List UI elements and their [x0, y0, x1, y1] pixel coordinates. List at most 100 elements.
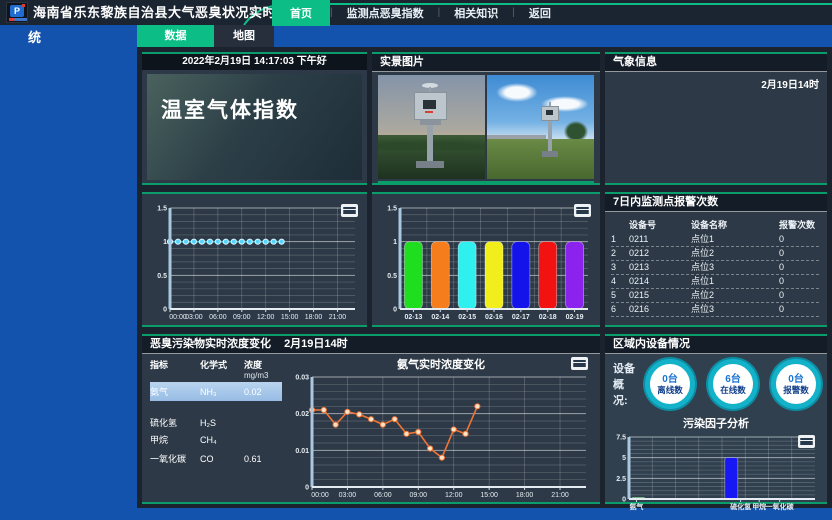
pollutant-panel-title: 恶臭污染物实时浓度变化 2月19日14时	[142, 336, 600, 354]
pollutant-row[interactable]: 氨气NH₃0.02	[150, 382, 282, 401]
tab-band: 统 数据地图	[0, 25, 832, 47]
tab-1[interactable]: 地图	[214, 25, 274, 47]
nav-item-2[interactable]: 相关知识	[440, 1, 512, 25]
alarm-cell: 5	[611, 289, 629, 302]
table-row: 10211点位10	[611, 233, 819, 247]
alarm-cell: 点位2	[691, 247, 779, 260]
logo-dot	[22, 4, 25, 7]
svg-text:21:00: 21:00	[551, 492, 569, 499]
svg-text:0.5: 0.5	[157, 273, 167, 280]
factor-analysis-chart-wrap: 02.557.5氨气硫化氢甲烷一氧化碳	[609, 432, 823, 512]
alarm-cell: 0	[779, 247, 819, 260]
alarm-cell: 点位1	[691, 233, 779, 246]
photo2-monitoring-station	[538, 102, 564, 160]
svg-text:09:00: 09:00	[410, 492, 428, 499]
table-row: 20212点位20	[611, 247, 819, 261]
nav-item-0[interactable]: 首页	[272, 0, 330, 26]
svg-text:0: 0	[393, 307, 397, 314]
stat-count: 6台	[725, 374, 741, 385]
svg-text:02-16: 02-16	[485, 314, 503, 321]
dashboard-main: 2022年2月19日 14:17:03 下午好 温室气体指数 实景图片	[137, 47, 832, 508]
svg-text:1.5: 1.5	[387, 206, 397, 213]
panel-region-devices: 区域内设备情况 设备概况: 0台离线数6台在线数0台报警数 污染因子分析 02.…	[605, 334, 827, 504]
nav-item-3[interactable]: 返回	[515, 1, 565, 25]
svg-text:18:00: 18:00	[516, 492, 534, 499]
svg-text:7.5: 7.5	[616, 435, 626, 442]
stat-circle-1: 6台在线数	[708, 359, 758, 409]
pollutant-body: 指标化学式浓度mg/m3氨气NH₃0.02硫化氢H₂S甲烷CH₄一氧化碳CO0.…	[142, 353, 600, 502]
nh3-chart-title: 氨气实时浓度变化	[282, 353, 600, 372]
logo-subtext	[9, 18, 27, 21]
poll-col-1: 化学式	[200, 358, 244, 380]
index-trend-chart: 00.511.500:0003:0006:0009:0012:0015:0018…	[146, 203, 363, 322]
region-devices-title: 区域内设备情况	[605, 336, 827, 354]
alarm-counts-title: 7日内监测点报警次数	[605, 194, 827, 212]
pollutant-name: 甲烷	[150, 433, 200, 446]
chart-menu-icon[interactable]	[574, 204, 591, 217]
greenhouse-index-headline: 温室气体指数	[147, 74, 362, 124]
svg-text:03:00: 03:00	[339, 492, 357, 499]
view-tabs: 数据地图	[137, 25, 274, 47]
nh3-chart-wrap: 氨气实时浓度变化 00.010.020.0300:0003:0006:0009:…	[282, 353, 600, 502]
stat-count: 0台	[788, 374, 804, 385]
pollutant-timestamp: 2月19日14时	[284, 338, 348, 350]
svg-text:12:00: 12:00	[257, 314, 275, 321]
chart-menu-icon[interactable]	[341, 204, 358, 217]
pollutant-row[interactable]: 一氧化碳CO0.61	[150, 449, 282, 468]
pollutant-name: 硫化氢	[150, 416, 200, 429]
main-nav: 首页|监测点恶臭指数|相关知识|返回	[272, 0, 565, 25]
svg-text:06:00: 06:00	[209, 314, 227, 321]
svg-text:0.01: 0.01	[295, 448, 309, 455]
photo-row	[378, 75, 594, 183]
pollutant-name: 一氧化碳	[150, 452, 200, 465]
pollutant-value: 0.61	[244, 454, 284, 464]
panel-index-trend-chart: 00.511.500:0003:0006:0009:0012:0015:0018…	[142, 192, 367, 327]
nh3-trend-chart: 00.010.020.0300:0003:0006:0009:0012:0015…	[282, 372, 594, 500]
table-row: 50215点位20	[611, 289, 819, 303]
pollutant-formula: CO	[200, 454, 244, 464]
pollutant-table: 指标化学式浓度mg/m3氨气NH₃0.02硫化氢H₂S甲烷CH₄一氧化碳CO0.…	[142, 353, 282, 502]
svg-text:02-17: 02-17	[512, 314, 530, 321]
alarm-cell: 点位3	[691, 261, 779, 274]
alarm-cell: 2	[611, 247, 629, 260]
svg-text:硫化氢: 硫化氢	[730, 502, 751, 511]
stat-circle-2: 0台报警数	[771, 359, 821, 409]
pollutant-formula: NH₃	[200, 387, 244, 397]
svg-text:02-14: 02-14	[431, 314, 449, 321]
chart-menu-icon[interactable]	[798, 435, 815, 448]
svg-text:0.5: 0.5	[387, 273, 397, 280]
top-header-bar: P 海南省乐东黎族自治县大气恶臭状况实时发布系 首页|监测点恶臭指数|相关知识|…	[0, 0, 832, 25]
svg-text:02-18: 02-18	[539, 314, 557, 321]
stat-label: 在线数	[720, 385, 746, 395]
svg-text:5: 5	[622, 455, 626, 462]
svg-text:0.03: 0.03	[295, 375, 309, 382]
alarm-cell: 0	[779, 275, 819, 288]
pollutant-table-header: 指标化学式浓度mg/m3	[150, 358, 282, 380]
poll-unit: mg/m3	[244, 371, 284, 380]
alarm-cell: 0215	[629, 289, 691, 302]
device-overview: 设备概况: 0台离线数6台在线数0台报警数	[605, 354, 827, 411]
alarm-cell: 3	[611, 261, 629, 274]
daily-index-chart: 00.511.502-1302-1402-1502-1602-1702-1802…	[376, 203, 596, 322]
alarm-cell: 点位3	[691, 303, 779, 316]
alarm-cell: 4	[611, 275, 629, 288]
pollutant-title-text: 恶臭污染物实时浓度变化	[150, 338, 271, 350]
alarm-table: 设备号设备名称报警次数 10211点位1020212点位2030213点位304…	[611, 216, 819, 317]
pollutant-name: 氨气	[150, 385, 200, 398]
weather-title: 气象信息	[605, 54, 827, 72]
pollutant-row[interactable]: 硫化氢H₂S	[150, 415, 282, 430]
svg-text:21:00: 21:00	[329, 314, 347, 321]
svg-text:一氧化碳: 一氧化碳	[766, 502, 795, 511]
chart-menu-icon[interactable]	[571, 357, 588, 370]
panel-weather: 气象信息 2月19日14时	[605, 52, 827, 185]
stat-label: 报警数	[783, 385, 809, 395]
table-row: 40214点位10	[611, 275, 819, 289]
svg-text:12:00: 12:00	[445, 492, 463, 499]
nav-item-1[interactable]: 监测点恶臭指数	[333, 1, 438, 25]
pollutant-row[interactable]: 甲烷CH₄	[150, 430, 282, 449]
tab-0[interactable]: 数据	[137, 25, 214, 47]
alarm-col-0: 设备号	[629, 216, 691, 233]
svg-text:02-13: 02-13	[404, 314, 422, 321]
current-datetime: 2022年2月19日 14:17:03 下午好	[142, 54, 367, 70]
svg-text:氨气: 氨气	[629, 502, 643, 511]
